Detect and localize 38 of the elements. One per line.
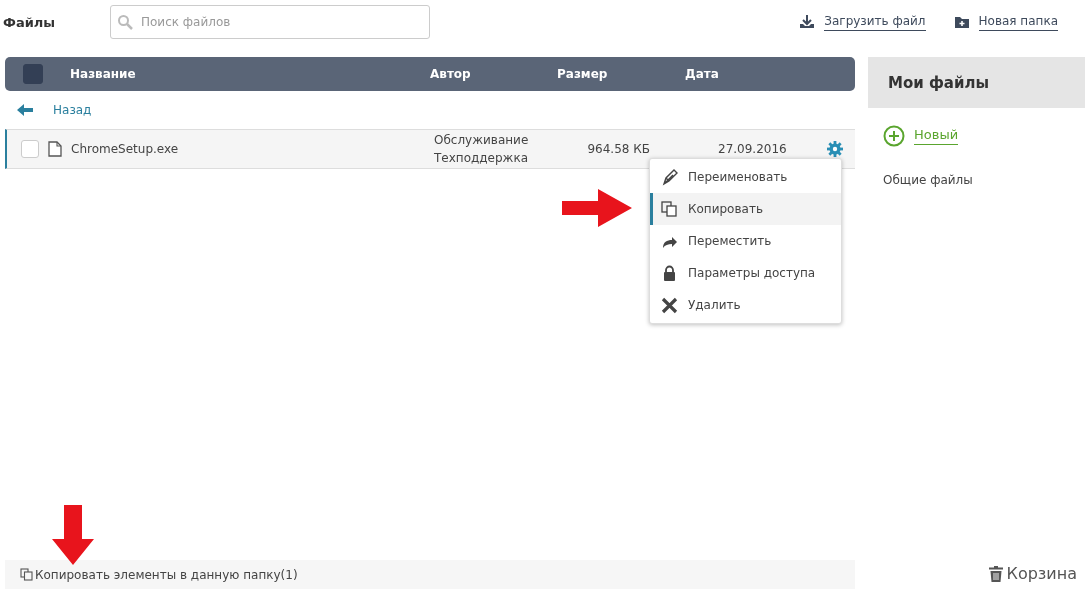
column-header[interactable]: Размер — [557, 67, 608, 81]
lock-icon — [661, 264, 678, 282]
annotation-arrow — [562, 189, 632, 227]
size-cell: 964.58 КБ — [587, 142, 650, 156]
download-icon — [799, 14, 816, 30]
select-all-checkbox[interactable] — [23, 64, 43, 84]
menu-item[interactable]: Удалить — [650, 289, 841, 321]
plus-circle-icon — [883, 125, 905, 147]
close-icon — [661, 296, 678, 314]
menu-item[interactable]: Параметры доступа — [650, 257, 841, 289]
menu-item[interactable]: Копировать — [650, 193, 841, 225]
annotation-arrow — [52, 505, 94, 565]
date-cell: 27.09.2016 — [718, 142, 787, 156]
menu-item[interactable]: Переместить — [650, 225, 841, 257]
folder-plus-icon — [953, 14, 970, 30]
file-row[interactable]: ChromeSetup.exe Обслуживание Техподдержка 964.58 КБ 27.09.2016 — [5, 129, 855, 169]
sidebar-item[interactable]: Общие файлы — [883, 173, 1085, 187]
search-field[interactable]: Поиск файлов — [110, 5, 430, 39]
row-checkbox[interactable] — [21, 140, 39, 158]
sidebar-title: Мои файлы — [888, 73, 990, 92]
column-header[interactable]: Дата — [685, 67, 719, 81]
header-link[interactable]: Новая папка — [953, 13, 1058, 31]
file-name[interactable]: ChromeSetup.exe — [71, 142, 179, 156]
column-header[interactable]: Автор — [430, 67, 471, 81]
copy-icon — [20, 568, 33, 581]
pencil-icon — [661, 168, 678, 186]
settings-icon[interactable] — [827, 141, 843, 157]
header-link[interactable]: Загрузить файл — [799, 13, 926, 31]
trash-icon — [988, 565, 1003, 582]
trash-link[interactable]: Корзина — [988, 564, 1077, 583]
file-icon — [48, 141, 62, 157]
status-text[interactable]: Копировать элементы в данную папку(1) — [35, 567, 298, 582]
page-title: Файлы — [3, 14, 57, 30]
back-link[interactable]: Назад — [53, 103, 92, 117]
copy-icon — [661, 200, 678, 218]
column-header[interactable]: Название — [70, 67, 136, 81]
back-arrow-icon[interactable] — [17, 104, 33, 116]
author-cell-text: Обслуживание Техподдержка — [434, 132, 530, 167]
